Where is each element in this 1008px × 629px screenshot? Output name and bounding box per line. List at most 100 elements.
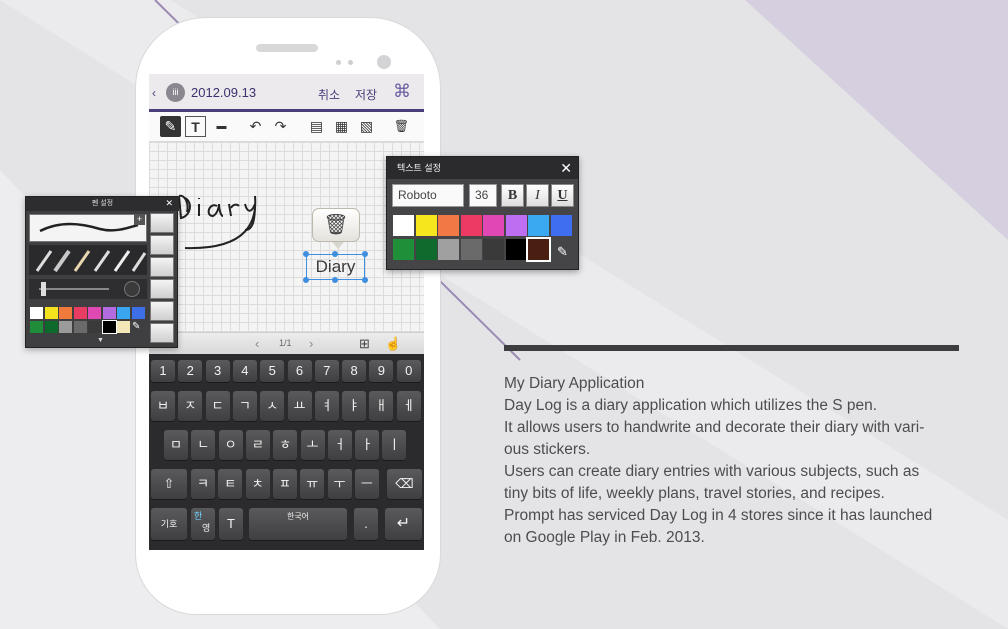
key[interactable]: ㅅ [260, 391, 285, 421]
key[interactable]: ㅔ [396, 391, 421, 421]
color-swatch[interactable] [483, 215, 504, 236]
add-preset-button[interactable]: + [134, 214, 145, 225]
color-swatch[interactable] [438, 239, 459, 260]
pen-preset-button[interactable] [150, 213, 174, 233]
entry-date[interactable]: 2012.09.13 [191, 85, 256, 100]
key[interactable]: ㅓ [327, 430, 352, 460]
resize-handle[interactable] [362, 251, 368, 257]
close-icon[interactable]: ✕ [560, 160, 572, 177]
image-insert-icon[interactable]: ▧ [356, 116, 377, 137]
color-swatch[interactable] [102, 307, 116, 319]
pen-preset-button[interactable] [150, 279, 174, 299]
key-3[interactable]: 3 [205, 360, 230, 382]
color-swatch[interactable] [30, 307, 43, 319]
text-tool-icon[interactable]: T [185, 116, 206, 137]
color-swatch[interactable] [44, 321, 58, 333]
color-swatch[interactable] [131, 307, 145, 319]
shift-key[interactable]: ⇧ [151, 469, 187, 499]
resize-handle[interactable] [303, 251, 309, 257]
color-swatch[interactable] [505, 239, 527, 260]
color-swatch[interactable] [59, 321, 72, 333]
next-page-icon[interactable]: › [309, 336, 313, 351]
color-swatch[interactable] [460, 215, 482, 236]
key[interactable]: ㅎ [273, 430, 298, 460]
key[interactable]: ㄹ [245, 430, 270, 460]
sticker-tag-icon[interactable]: ⌘ [393, 81, 411, 102]
close-icon[interactable]: ✕ [165, 198, 173, 209]
italic-button[interactable]: I [526, 184, 549, 207]
color-swatch[interactable] [438, 215, 459, 236]
key[interactable]: ㅏ [355, 430, 380, 460]
key[interactable]: ㅌ [218, 469, 243, 499]
pen-tool-icon[interactable]: ✎ [160, 116, 181, 137]
color-swatch[interactable] [73, 321, 87, 333]
calendar-icon[interactable]: iii [166, 83, 185, 102]
key[interactable]: ㅠ [300, 469, 325, 499]
font-select[interactable]: Roboto [392, 184, 464, 207]
pen-preset-button[interactable] [150, 257, 174, 277]
key-0[interactable]: 0 [396, 360, 421, 382]
key[interactable]: ㅛ [287, 391, 312, 421]
eyedropper-icon[interactable]: ✎ [132, 321, 140, 332]
delete-page-icon[interactable]: 🗑 [391, 116, 412, 137]
resize-handle[interactable] [362, 277, 368, 283]
key-4[interactable]: 4 [232, 360, 257, 382]
template-icon[interactable]: ▤ [306, 116, 327, 137]
color-swatch[interactable] [73, 307, 87, 319]
key-9[interactable]: 9 [369, 360, 394, 382]
key-6[interactable]: 6 [287, 360, 312, 382]
handwriting-key[interactable]: T [219, 508, 243, 540]
color-swatch[interactable] [528, 215, 549, 236]
key[interactable]: ㄴ [191, 430, 216, 460]
key-8[interactable]: 8 [342, 360, 367, 382]
delete-sticker-icon[interactable]: 🗑 [312, 208, 360, 242]
color-swatch[interactable] [88, 307, 101, 319]
pen-preset-button[interactable] [150, 235, 174, 255]
color-swatch[interactable] [44, 307, 58, 319]
color-swatch[interactable] [117, 307, 130, 319]
key-5[interactable]: 5 [260, 360, 285, 382]
resize-handle[interactable] [332, 251, 338, 257]
color-swatch[interactable] [117, 321, 130, 333]
eyedropper-icon[interactable]: ✎ [557, 244, 568, 260]
touch-mode-icon[interactable]: ☝ [385, 336, 401, 352]
period-key[interactable]: . [354, 508, 378, 540]
color-swatch[interactable] [30, 321, 43, 333]
pen-type-selector[interactable] [29, 245, 147, 275]
key[interactable]: ㅕ [314, 391, 339, 421]
color-swatch[interactable] [415, 239, 437, 260]
font-size-select[interactable]: 36 [469, 184, 497, 207]
thickness-slider[interactable] [29, 279, 147, 299]
key[interactable]: ㄱ [232, 391, 257, 421]
slider-thumb[interactable] [41, 282, 46, 296]
color-swatch[interactable] [101, 320, 117, 334]
key[interactable]: ㅍ [272, 469, 297, 499]
key[interactable]: ㅡ [354, 469, 379, 499]
bold-button[interactable]: B [501, 184, 524, 207]
key[interactable]: ㅊ [245, 469, 270, 499]
enter-key[interactable]: ↵ [385, 508, 422, 540]
key[interactable]: ㅁ [164, 430, 188, 460]
key[interactable]: ㄷ [205, 391, 230, 421]
color-swatch[interactable] [483, 239, 504, 260]
key[interactable]: ㅂ [151, 391, 175, 421]
cancel-button[interactable]: 취소 [318, 86, 340, 103]
color-swatch[interactable] [526, 237, 551, 262]
space-key[interactable]: 한국어 [249, 508, 347, 540]
prev-page-icon[interactable]: ‹ [255, 336, 259, 351]
color-swatch[interactable] [88, 321, 101, 333]
color-swatch[interactable] [59, 307, 72, 319]
back-button[interactable]: ‹ [152, 86, 156, 100]
pen-preset-button[interactable] [150, 323, 174, 343]
key[interactable]: ㅇ [218, 430, 243, 460]
key-7[interactable]: 7 [314, 360, 339, 382]
redo-icon[interactable]: ↷ [270, 116, 291, 137]
resize-handle[interactable] [332, 277, 338, 283]
key-1[interactable]: 1 [151, 360, 175, 382]
key[interactable]: ㅜ [327, 469, 352, 499]
key[interactable]: ㅗ [300, 430, 325, 460]
key[interactable]: ㅣ [382, 430, 407, 460]
key[interactable]: ㅑ [342, 391, 367, 421]
color-swatch[interactable] [550, 215, 572, 236]
pen-preset-button[interactable] [150, 301, 174, 321]
